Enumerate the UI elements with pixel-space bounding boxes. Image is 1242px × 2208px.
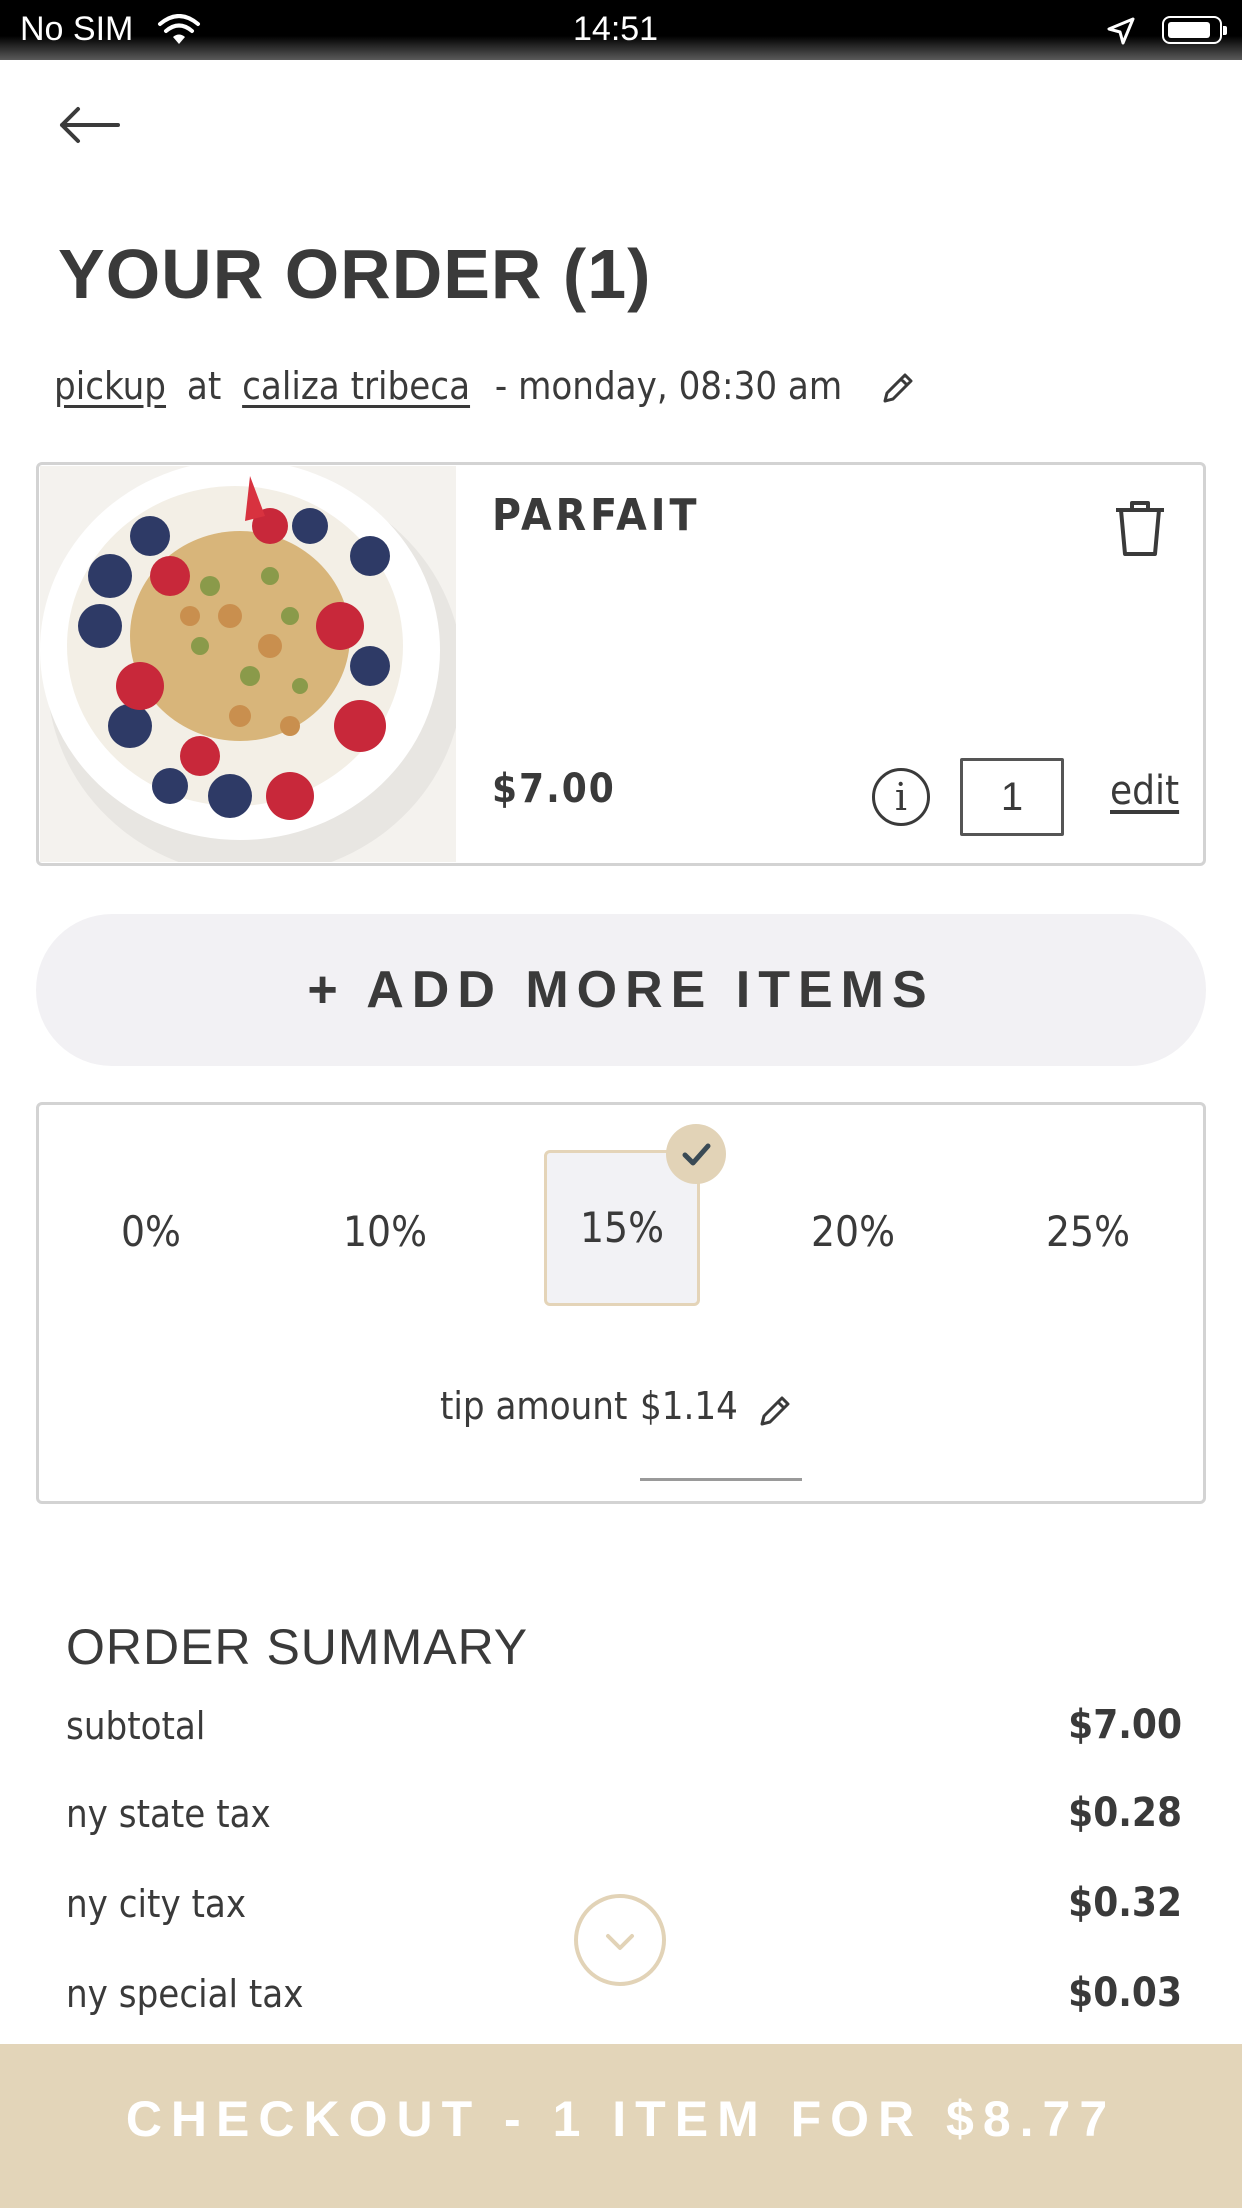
summary-value-city-tax: $0.32	[1068, 1880, 1182, 1926]
tip-amount-label: tip amount	[440, 1384, 628, 1428]
info-icon[interactable]: i	[872, 768, 930, 826]
location-arrow-icon	[1107, 17, 1135, 45]
summary-label-state-tax: ny state tax	[66, 1792, 271, 1836]
pickup-time: - monday, 08:30 am	[494, 364, 843, 408]
scroll-down-icon[interactable]	[574, 1894, 666, 1986]
item-price: $7.00	[492, 766, 616, 812]
edit-tip-pencil-icon[interactable]	[754, 1392, 794, 1432]
add-more-items-button[interactable]: + ADD MORE ITEMS	[36, 914, 1206, 1066]
parfait-image	[40, 466, 456, 862]
tip-option-20[interactable]: 20%	[768, 1182, 938, 1282]
tip-amount-field[interactable]: $1.14	[640, 1384, 738, 1428]
quantity-field[interactable]: 1	[960, 758, 1064, 836]
wifi-icon	[158, 14, 200, 44]
summary-value-special-tax: $0.03	[1068, 1970, 1182, 2016]
summary-label-special-tax: ny special tax	[66, 1972, 304, 2016]
status-bar: No SIM 14:51	[0, 0, 1242, 60]
page-title: YOUR ORDER (1)	[58, 235, 652, 313]
summary-value-state-tax: $0.28	[1068, 1790, 1182, 1836]
carrier-label: No SIM	[20, 10, 134, 48]
checkmark-icon	[666, 1124, 726, 1184]
edit-item-link[interactable]: edit	[1110, 768, 1179, 814]
clock: 14:51	[573, 10, 659, 48]
item-name: PARFAIT	[492, 490, 701, 541]
order-summary-title: ORDER SUMMARY	[66, 1619, 529, 1675]
pickup-location-link[interactable]: caliza tribeca	[242, 364, 470, 408]
pickup-info: pickup at caliza tribeca - monday, 08:30…	[54, 364, 917, 409]
pickup-mode-link[interactable]: pickup	[54, 364, 166, 408]
tip-option-10[interactable]: 10%	[300, 1182, 470, 1282]
trash-icon[interactable]	[1110, 498, 1170, 560]
summary-value-subtotal: $7.00	[1068, 1702, 1182, 1748]
edit-pencil-icon[interactable]	[877, 369, 917, 409]
tip-option-0[interactable]: 0%	[66, 1182, 236, 1282]
summary-label-city-tax: ny city tax	[66, 1882, 247, 1926]
pickup-at-label: at	[186, 364, 222, 408]
tip-option-25[interactable]: 25%	[1003, 1182, 1173, 1282]
back-arrow-icon[interactable]	[56, 100, 126, 150]
checkout-button[interactable]: CHECKOUT - 1 ITEM FOR $8.77	[0, 2044, 1242, 2208]
summary-label-subtotal: subtotal	[66, 1704, 206, 1748]
tip-amount-underline	[640, 1478, 802, 1481]
battery-icon	[1162, 16, 1227, 44]
